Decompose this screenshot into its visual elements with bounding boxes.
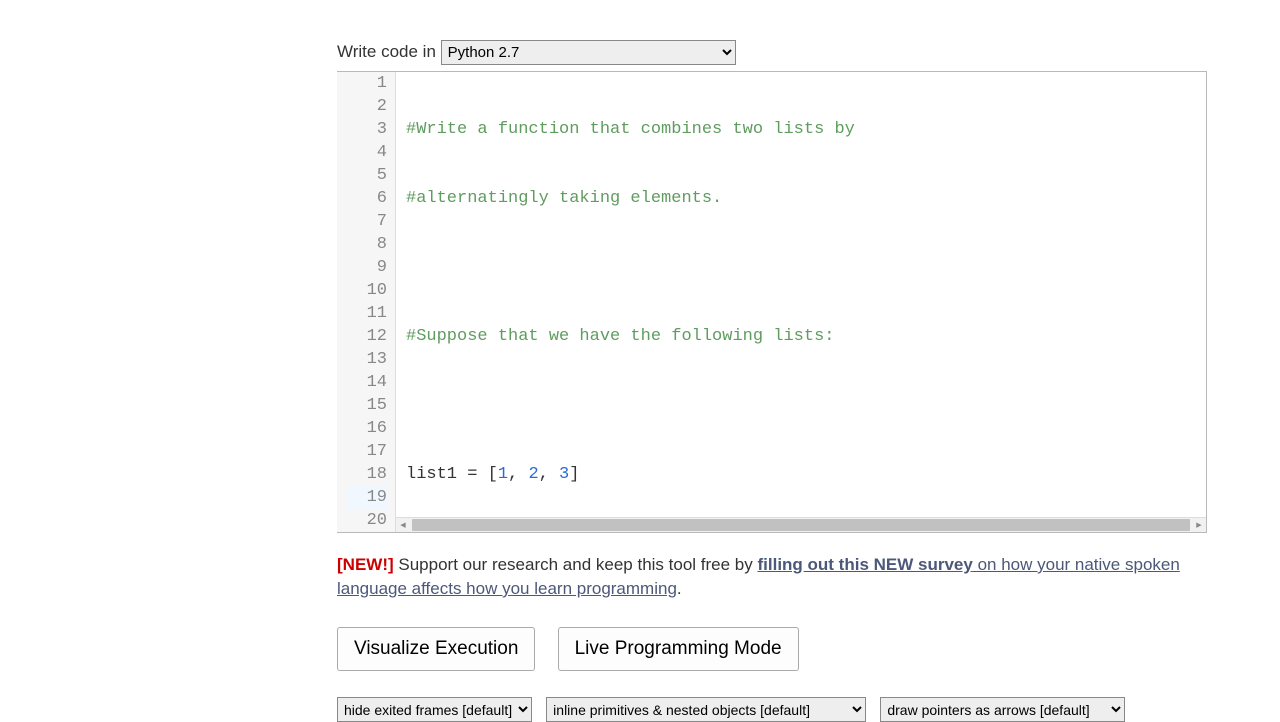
- line-number: 3: [347, 118, 387, 141]
- period: .: [677, 579, 682, 598]
- line-number: 20: [347, 509, 387, 532]
- frames-option-select[interactable]: hide exited frames [default]: [337, 697, 532, 722]
- gutter: 1 2 3 4 5 6 7 8 9 10 11 12 13 14 15 16 1…: [337, 72, 396, 532]
- visualize-execution-button[interactable]: Visualize Execution: [337, 627, 535, 671]
- scroll-right-icon[interactable]: ▶: [1192, 518, 1206, 531]
- live-programming-button[interactable]: Live Programming Mode: [558, 627, 799, 671]
- line-number: 14: [347, 371, 387, 394]
- horizontal-scrollbar[interactable]: ◀ ▶: [396, 517, 1206, 532]
- language-row: Write code in Python 2.7: [337, 40, 1207, 65]
- code-line: [404, 256, 1206, 279]
- line-number: 17: [347, 440, 387, 463]
- line-number: 11: [347, 302, 387, 325]
- line-number: 7: [347, 210, 387, 233]
- line-number: 5: [347, 164, 387, 187]
- line-number: 6: [347, 187, 387, 210]
- primitives-option-select[interactable]: inline primitives & nested objects [defa…: [546, 697, 866, 722]
- code-area[interactable]: #Write a function that combines two list…: [396, 72, 1206, 532]
- line-number: 10: [347, 279, 387, 302]
- line-number: 2: [347, 95, 387, 118]
- button-row: Visualize Execution Live Programming Mod…: [337, 627, 1207, 671]
- line-number: 19: [347, 486, 387, 509]
- code-line: #Suppose that we have the following list…: [404, 325, 1206, 348]
- survey-link[interactable]: filling out this NEW survey: [757, 555, 972, 574]
- code-line: [404, 394, 1206, 417]
- line-number: 9: [347, 256, 387, 279]
- new-tag: [NEW!]: [337, 555, 394, 574]
- language-select[interactable]: Python 2.7: [441, 40, 736, 65]
- survey-text: Support our research and keep this tool …: [394, 555, 758, 574]
- scrollbar-thumb[interactable]: [412, 519, 1190, 531]
- code-line: #Write a function that combines two list…: [404, 118, 1206, 141]
- line-number: 18: [347, 463, 387, 486]
- line-number: 13: [347, 348, 387, 371]
- survey-banner: [NEW!] Support our research and keep thi…: [337, 553, 1207, 601]
- line-number: 8: [347, 233, 387, 256]
- line-number: 16: [347, 417, 387, 440]
- scroll-left-icon[interactable]: ◀: [396, 518, 410, 531]
- line-number: 4: [347, 141, 387, 164]
- line-number: 12: [347, 325, 387, 348]
- code-line: list1 = [1, 2, 3]: [404, 463, 1206, 486]
- line-number: 15: [347, 394, 387, 417]
- options-row: hide exited frames [default] inline prim…: [337, 697, 1207, 722]
- code-line: #alternatingly taking elements.: [404, 187, 1206, 210]
- pointers-option-select[interactable]: draw pointers as arrows [default]: [880, 697, 1125, 722]
- write-code-label: Write code in: [337, 42, 436, 61]
- line-number: 1: [347, 72, 387, 95]
- main-container: Write code in Python 2.7 1 2 3 4 5 6 7 8…: [337, 0, 1207, 722]
- code-editor[interactable]: 1 2 3 4 5 6 7 8 9 10 11 12 13 14 15 16 1…: [337, 71, 1207, 533]
